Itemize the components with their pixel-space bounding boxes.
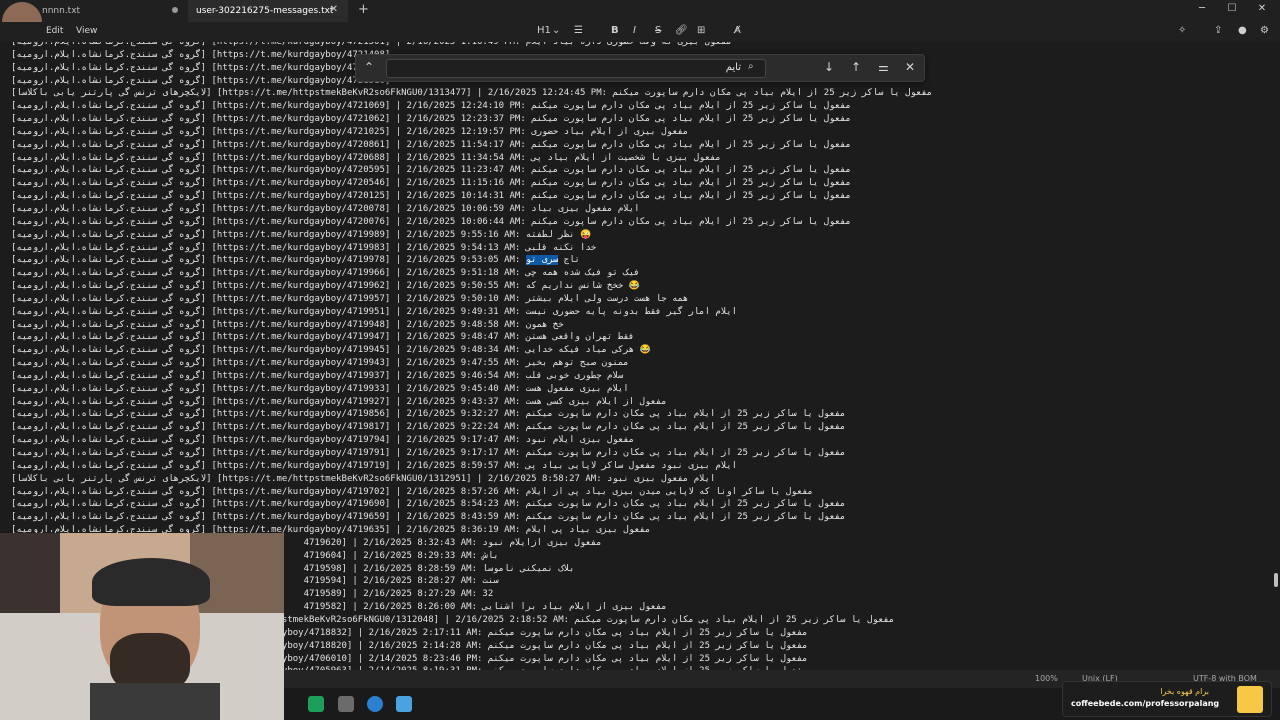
menu-view[interactable]: View <box>76 26 97 36</box>
text-line: [گروه گی سنندج.کرمانشاه.ایلام.ارومیه] [h… <box>11 370 624 381</box>
text-line: [گروه گی سنندج.کرمانشاه.ایلام.ارومیه] [h… <box>11 216 851 227</box>
text-line: [گروه گی سنندج،کرمانشاه،ایلام،ارومیه] [h… <box>11 499 846 510</box>
text-line: [گروه گی سنندج.کرمانشاه.ایلام.ارومیه] [h… <box>11 306 738 317</box>
text-line: [گروه گی سنندج،کرمانشاه،ایلام،ارومیه] [h… <box>11 512 846 523</box>
text-line: [گروه گی سنندج.کرمانشاه.ایلام.ارومیه] [h… <box>11 42 732 47</box>
webcam-person-cap <box>92 558 210 606</box>
clear-format-icon[interactable]: A̸ <box>734 25 741 36</box>
text-line: [گروه گی سنندج.کرمانشاه.ایلام.ارومیه] [h… <box>11 332 635 343</box>
link-icon[interactable]: 🔗︎ <box>675 25 688 36</box>
close-tab-icon[interactable]: ✕ <box>330 4 338 15</box>
badge-url: coffeebede.com/professorpalang <box>1071 699 1220 708</box>
text-line: [گروه گی سنندج.کرمانشاه.ایلام.ارومیه] [h… <box>11 409 846 420</box>
scrollbar-thumb[interactable] <box>1274 573 1278 587</box>
coffee-cup-icon <box>1237 686 1263 713</box>
text-line: [گروه گی سنندج،کرمانشاه،ایلام،ارومیه] [h… <box>11 486 813 497</box>
taskbar-browser-icon[interactable] <box>367 696 383 712</box>
find-input[interactable]: تایم <box>386 59 766 78</box>
list-icon[interactable]: ☰ <box>574 25 583 36</box>
table-icon[interactable]: ⊞ <box>697 25 705 36</box>
webcam-person-shirt <box>90 683 220 720</box>
title-bar: nnnn.txt user-302216275-messages.txt ✕ +… <box>0 0 1280 42</box>
find-panel: ⌃ تایم ⌕ ↓ ↑ ⚌ ✕ <box>355 54 925 82</box>
text-line: [گروه گی سنندج،کرمانشاه،ایلام،ارومیه] [h… <box>11 448 846 458</box>
maximize-icon[interactable]: ☐ <box>1222 3 1242 14</box>
text-line: [گروه گی سنندج.کرمانشاه.ایلام.ارومیه] [h… <box>11 345 651 356</box>
text-line: [گروه گی سنندج.کرمانشاه.ایلام.ارومیه] [h… <box>11 178 851 189</box>
chevron-down-icon[interactable]: ⌄ <box>552 25 560 36</box>
strikethrough-icon[interactable]: S <box>655 25 661 36</box>
expand-replace-icon[interactable]: ⌃ <box>364 60 374 74</box>
text-line: [گروه گی سنندج.کرمانشاه.ایلام.ارومیه] [h… <box>11 396 667 407</box>
badge-label: برام قهوه بخرا <box>1160 687 1209 696</box>
text-line: [گروه گی سنندج.کرمانشاه.ایلام.ارومیه] [h… <box>11 268 640 279</box>
zoom-level[interactable]: 100% <box>1035 674 1058 683</box>
menu-bar: Edit View H1 ⌄ ☰ B I S 🔗︎ ⊞ A̸ ✧ ⇪ ● ⚙ <box>0 22 1280 42</box>
taskbar-app-icon[interactable] <box>338 696 354 712</box>
text-line: [لایکچرهای ترنس گی پارتنر یابی باکلاسا] … <box>11 88 933 99</box>
share-icon[interactable]: ⇪ <box>1214 25 1222 36</box>
text-line: [گروه گی سنندج،کرمانشاه،ایلام،ارومیه] [h… <box>11 422 846 433</box>
text-line: [گروه گی سنندج.کرمانشاه.ایلام.ارومیه] [h… <box>11 358 629 369</box>
menu-edit[interactable]: Edit <box>46 26 63 36</box>
tab-nnnn[interactable]: nnnn.txt <box>0 0 188 22</box>
text-line: [گروه گی سنندج.کرمانشاه.ایلام.ارومیه] [h… <box>11 165 851 176</box>
unsaved-dot-icon <box>172 7 178 13</box>
account-icon[interactable]: ● <box>1238 25 1247 36</box>
minimize-icon[interactable]: ─ <box>1192 3 1212 14</box>
tab-label: nnnn.txt <box>42 6 81 16</box>
text-line: [گروه گی سنندج.کرمانشاه.ایلام.ارومیه] [h… <box>11 281 640 292</box>
text-line: [گروه گی سنندج.کرمانشاه.ایلام.ارومیه] [h… <box>11 101 851 112</box>
close-find-icon[interactable]: ✕ <box>905 60 915 74</box>
text-line: [گروه گی سنندج.کرمانشاه.ایلام.ارومیه] [h… <box>11 203 640 214</box>
tab-label: user-302216275-messages.txt <box>196 6 334 16</box>
heading-dropdown[interactable]: H1 <box>537 25 551 36</box>
new-tab-icon[interactable]: + <box>358 2 369 17</box>
close-window-icon[interactable]: ✕ <box>1252 3 1272 14</box>
taskbar-app-icon[interactable] <box>308 696 324 712</box>
text-line: [گروه گی سنندج.کرمانشاه.ایلام.ارومیه] [h… <box>11 191 851 202</box>
text-line: [گروه گی سنندج.کرمانشاه.ایلام.ارومیه] [h… <box>11 229 592 240</box>
bold-icon[interactable]: B <box>611 25 619 36</box>
text-line: [گروه گی سنندج.کرمانشاه.ایلام.ارومیه] [h… <box>11 126 689 137</box>
text-line: [گروه گی سنندج.کرمانشاه.ایلام.ارومیه] [h… <box>11 383 629 394</box>
find-next-icon[interactable]: ↓ <box>824 60 834 74</box>
text-line: [گروه گی سنندج.کرمانشاه.ایلام.ارومیه] [h… <box>11 242 597 253</box>
search-match-highlight: سری تو <box>525 255 559 266</box>
search-icon: ⌕ <box>748 61 754 72</box>
text-line: [گروه گی سنندج.کرمانشاه.ایلام.ارومیه] [h… <box>11 255 580 266</box>
webcam-overlay <box>0 533 284 720</box>
text-line: [گروه گی سنندج.کرمانشاه.ایلام.ارومیه] [h… <box>11 114 851 125</box>
text-line: [گروه گی سنندج.کرمانشاه.ایلام.ارومیه] [h… <box>11 139 851 150</box>
text-line: [لایکچرهای ترنس گی پارتنر یابی باکلاسا] … <box>11 473 716 484</box>
settings-gear-icon[interactable]: ⚙ <box>1260 25 1269 36</box>
copilot-icon[interactable]: ✧ <box>1178 25 1186 36</box>
italic-icon[interactable]: I <box>633 25 636 36</box>
text-line: [گروه گی سنندج،کرمانشاه،ایلام،ارومیه] [h… <box>11 435 635 446</box>
find-options-icon[interactable]: ⚌ <box>878 60 889 74</box>
text-line: [گروه گی سنندج.کرمانشاه.ایلام.ارومیه] [h… <box>11 152 721 163</box>
text-line: [گروه گی سنندج.کرمانشاه.ایلام.ارومیه] [h… <box>11 293 689 304</box>
taskbar-notepad-icon[interactable] <box>396 696 412 712</box>
coffee-badge: برام قهوه بخرا coffeebede.com/professorp… <box>1062 681 1272 717</box>
text-line: [گروه گی سنندج،کرمانشاه،ایلام،ارومیه] [h… <box>11 460 738 471</box>
text-line: [گروه گی سنندج.کرمانشاه.ایلام.ارومیه] [h… <box>11 319 564 330</box>
tab-messages[interactable]: user-302216275-messages.txt ✕ <box>188 0 348 22</box>
find-previous-icon[interactable]: ↑ <box>851 60 861 74</box>
